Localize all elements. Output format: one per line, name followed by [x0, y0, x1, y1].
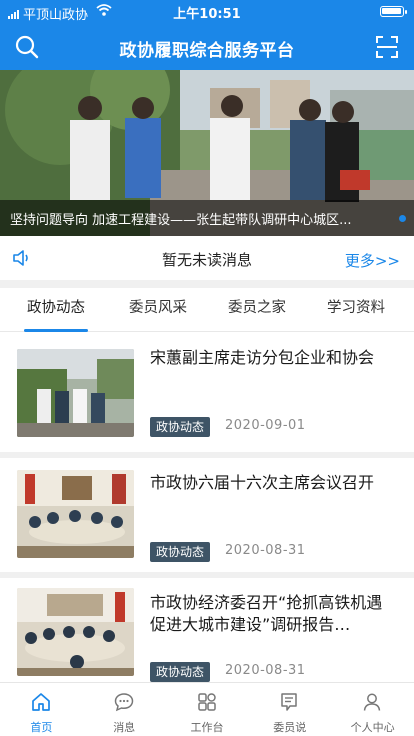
news-title: 市政协六届十六次主席会议召开 [150, 473, 375, 492]
nav-messages[interactable]: 消息 [83, 683, 166, 736]
news-item[interactable]: 市政协经济委召开“抢抓高铁机遇 促进大城市建设”调研报告… 政协动态 2020-… [0, 578, 414, 697]
nav-label: 首页 [30, 721, 53, 734]
page-title: 政协履职综合服务平台 [119, 41, 295, 61]
tab-label: 委员风采 [129, 300, 187, 316]
section-divider [0, 280, 414, 288]
news-thumbnail [17, 470, 134, 558]
tab-member-profiles[interactable]: 委员风采 [106, 288, 210, 332]
news-category-tag: 政协动态 [150, 662, 211, 682]
scan-icon [376, 36, 398, 58]
nav-label: 消息 [113, 721, 136, 734]
tab-label: 委员之家 [228, 300, 286, 316]
banner-carousel[interactable]: 坚持问题导向 加速工程建设——张生起带队调研中心城区... [0, 70, 414, 236]
news-item[interactable]: 宋蕙副主席走访分包企业和协会 政协动态 2020-09-01 [0, 333, 414, 452]
news-date: 2020-09-01 [225, 418, 306, 433]
profile-icon [363, 693, 381, 711]
nav-label: 个人中心 [350, 721, 395, 734]
status-time: 上午10:51 [173, 7, 241, 22]
news-category-tag: 政协动态 [150, 542, 211, 562]
notice-bar: 暂无未读消息 更多>> [0, 236, 414, 280]
top-bar: 平顶山政协 上午10:51 政协履职综合服务平台 [0, 0, 414, 70]
news-item[interactable]: 市政协六届十六次主席会议召开 政协动态 2020-08-31 [0, 458, 414, 577]
battery-icon [380, 6, 407, 17]
status-bar: 平顶山政协 上午10:51 [0, 0, 414, 24]
app-header: 政协履职综合服务平台 [0, 24, 414, 70]
carousel-indicator [399, 215, 406, 222]
nav-label: 工作台 [190, 721, 224, 734]
tab-cppcc-news[interactable]: 政协动态 [4, 288, 108, 332]
news-category-tag: 政协动态 [150, 417, 211, 437]
scan-button[interactable] [374, 34, 400, 60]
banner-caption: 坚持问题导向 加速工程建设——张生起带队调研中心城区... [10, 213, 352, 228]
news-thumbnail [17, 349, 134, 437]
news-title: 市政协经济委召开“抢抓高铁机遇 促进大城市建设”调研报告… [150, 593, 383, 634]
member-speak-icon [281, 693, 298, 711]
nav-workbench[interactable]: 工作台 [166, 683, 249, 736]
news-date: 2020-08-31 [225, 543, 306, 558]
news-date: 2020-08-31 [225, 663, 306, 678]
message-icon [114, 693, 134, 712]
nav-member-speak[interactable]: 委员说 [248, 683, 331, 736]
more-link[interactable]: 更多>> [345, 250, 400, 271]
home-icon [32, 693, 50, 711]
tab-member-home[interactable]: 委员之家 [205, 288, 309, 332]
news-title: 宋蕙副主席走访分包企业和协会 [150, 348, 375, 367]
nav-profile[interactable]: 个人中心 [331, 683, 414, 736]
tab-label: 学习资料 [327, 300, 385, 316]
category-tabs: 政协动态 委员风采 委员之家 学习资料 [0, 288, 414, 332]
news-thumbnail [17, 588, 134, 676]
active-tab-indicator [24, 329, 88, 332]
tab-label: 政协动态 [27, 300, 85, 316]
nav-home[interactable]: 首页 [0, 683, 83, 736]
workbench-icon [197, 693, 216, 711]
bottom-navigation: 首页 消息 工作台 委员说 个人中心 [0, 682, 414, 736]
tab-study-materials[interactable]: 学习资料 [304, 288, 408, 332]
nav-label: 委员说 [273, 721, 307, 734]
